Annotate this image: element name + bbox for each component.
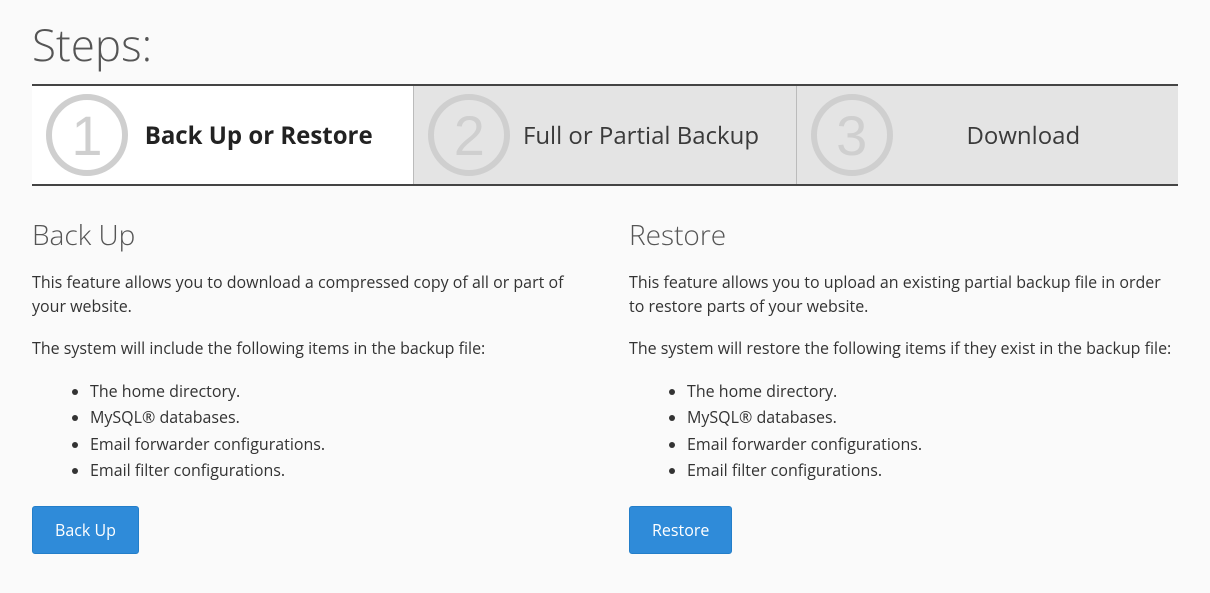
backup-heading: Back Up	[32, 216, 581, 254]
step-tab-download[interactable]: 3 Download	[796, 86, 1178, 184]
content-columns: Back Up This feature allows you to downl…	[32, 216, 1178, 554]
list-item: The home directory.	[90, 378, 581, 404]
list-item: The home directory.	[687, 378, 1178, 404]
backup-items-list: The home directory. MySQL® databases. Em…	[90, 378, 581, 484]
backup-desc-1: This feature allows you to download a co…	[32, 270, 581, 318]
list-item: MySQL® databases.	[90, 404, 581, 430]
steps-tabs: 1 Back Up or Restore 2 Full or Partial B…	[32, 84, 1178, 186]
step-number-2-icon: 2	[428, 94, 510, 176]
step-number-1-icon: 1	[46, 94, 128, 176]
list-item: Email forwarder configurations.	[687, 431, 1178, 457]
restore-desc-1: This feature allows you to upload an exi…	[629, 270, 1178, 318]
backup-column: Back Up This feature allows you to downl…	[32, 216, 581, 554]
list-item: Email filter configurations.	[90, 457, 581, 483]
list-item: Email filter configurations.	[687, 457, 1178, 483]
backup-desc-2: The system will include the following it…	[32, 336, 581, 360]
step-number-3-icon: 3	[811, 94, 893, 176]
restore-heading: Restore	[629, 216, 1178, 254]
step-label: Back Up or Restore	[145, 119, 373, 152]
list-item: Email forwarder configurations.	[90, 431, 581, 457]
backup-button[interactable]: Back Up	[32, 506, 139, 554]
restore-column: Restore This feature allows you to uploa…	[629, 216, 1178, 554]
step-label: Full or Partial Backup	[523, 119, 759, 152]
restore-desc-2: The system will restore the following it…	[629, 336, 1178, 360]
step-tab-full-or-partial[interactable]: 2 Full or Partial Backup	[413, 86, 795, 184]
list-item: MySQL® databases.	[687, 404, 1178, 430]
restore-items-list: The home directory. MySQL® databases. Em…	[687, 378, 1178, 484]
restore-button[interactable]: Restore	[629, 506, 732, 554]
step-tab-backup-or-restore[interactable]: 1 Back Up or Restore	[32, 86, 413, 184]
page-title: Steps:	[32, 14, 1178, 74]
step-label: Download	[966, 119, 1080, 152]
